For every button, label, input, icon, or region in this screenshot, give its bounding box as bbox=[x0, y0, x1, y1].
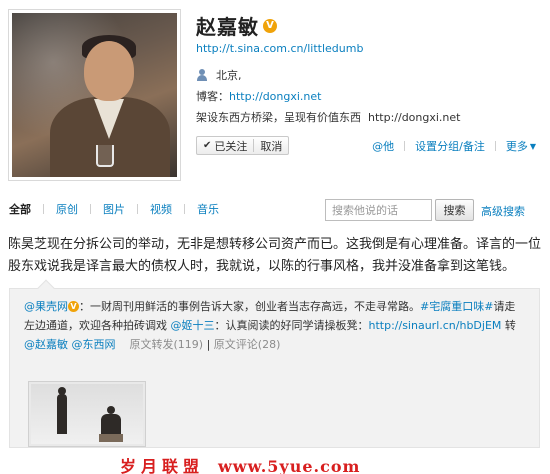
group-note-button[interactable]: 设置分组/备注 bbox=[415, 138, 485, 154]
tab-images[interactable]: 图片 bbox=[103, 201, 125, 217]
repost-part4: 转 bbox=[501, 319, 516, 332]
verified-icon: V bbox=[68, 301, 79, 312]
avatar-photo bbox=[12, 13, 177, 177]
mention-link[interactable]: @东西网 bbox=[72, 338, 116, 351]
tab-divider bbox=[137, 204, 138, 214]
tab-all[interactable]: 全部 bbox=[9, 201, 31, 217]
topic-link[interactable]: #宅腐重口味# bbox=[420, 300, 493, 313]
tab-music[interactable]: 音乐 bbox=[197, 201, 219, 217]
profile-name-row: 赵嘉敏 V bbox=[196, 11, 277, 40]
post-text: 陈昊芝现在分拆公司的举动，无非是想转移公司资产而已。这我倒是有心理准备。译言的一… bbox=[8, 237, 542, 274]
mention-button[interactable]: @他 bbox=[372, 138, 394, 154]
blog-row: 博客：http://dongxi.net bbox=[196, 88, 321, 104]
mention-link[interactable]: @姬十三 bbox=[171, 319, 215, 332]
repost-part3: ：认真阅读的好同学请操板凳： bbox=[214, 319, 369, 332]
tab-divider bbox=[43, 204, 44, 214]
unfollow-label: 取消 bbox=[260, 139, 283, 153]
mention-link[interactable]: @赵嘉敏 bbox=[24, 338, 68, 351]
more-dropdown[interactable]: 更多 ▼ bbox=[506, 138, 536, 154]
tab-videos[interactable]: 视频 bbox=[150, 201, 172, 217]
chevron-down-icon: ▼ bbox=[529, 141, 536, 151]
follow-status: ✔ 已关注 取消 bbox=[196, 136, 290, 155]
user-icon bbox=[196, 69, 208, 81]
action-divider bbox=[494, 141, 496, 151]
location: 北京, bbox=[196, 67, 242, 83]
verified-icon: V bbox=[263, 18, 277, 33]
tab-divider bbox=[90, 204, 91, 214]
profile-name: 赵嘉敏 bbox=[196, 15, 259, 39]
unfollow-button[interactable]: 取消 bbox=[254, 137, 288, 154]
location-text: 北京, bbox=[216, 69, 242, 82]
original-repost-link[interactable]: 原文转发(119) bbox=[130, 338, 204, 351]
bio-row: 架设东西方桥梁，呈现有价值东西 http://dongxi.net bbox=[196, 109, 460, 125]
repost-box: @果壳网 V ：一财周刊用鲜活的事例告诉大家，创业者当志存高远，不走寻常路。#宅腐重… bbox=[9, 279, 540, 448]
profile-avatar[interactable] bbox=[8, 9, 181, 181]
more-label: 更多 bbox=[505, 140, 528, 153]
search-input[interactable]: 搜索他说的话 bbox=[325, 199, 432, 221]
blog-link[interactable]: http://dongxi.net bbox=[229, 90, 321, 103]
feed-tabs: 全部 原创 图片 视频 音乐 bbox=[9, 201, 219, 217]
watermark-text: 岁月联盟 bbox=[120, 457, 205, 474]
bio-url[interactable]: http://dongxi.net bbox=[368, 111, 460, 124]
watermark-site: www.5yue.com bbox=[218, 457, 361, 474]
repost-part1: ：一财周刊用鲜活的事例告诉大家，创业者当志存高远，不走寻常路。 bbox=[79, 300, 420, 313]
original-comment-link[interactable]: 原文评论(28) bbox=[214, 338, 281, 351]
short-url-link[interactable]: http://sinaurl.cn/hbDjEM bbox=[369, 319, 502, 332]
repost-text: @果壳网 V ：一财周刊用鲜活的事例告诉大家，创业者当志存高远，不走寻常路。#宅腐重… bbox=[24, 300, 516, 351]
repost-thumbnail[interactable] bbox=[28, 381, 146, 447]
watermark: 岁月联盟 www.5yue.com bbox=[120, 453, 360, 474]
bio-text: 架设东西方桥梁，呈现有价值东西 bbox=[196, 111, 361, 124]
thumbnail-photo bbox=[31, 384, 143, 444]
followed-label: 已关注 bbox=[214, 139, 248, 153]
tab-original[interactable]: 原创 bbox=[56, 201, 78, 217]
blog-label: 博客： bbox=[196, 90, 229, 103]
advanced-search-link[interactable]: 高级搜索 bbox=[481, 203, 525, 219]
repost-author-link[interactable]: @果壳网 bbox=[24, 300, 68, 313]
profile-url-link[interactable]: http://t.sina.com.cn/littledumb bbox=[196, 42, 363, 55]
profile-actions: @他 设置分组/备注 更多 ▼ bbox=[372, 138, 536, 154]
tab-divider bbox=[184, 204, 185, 214]
search-button[interactable]: 搜索 bbox=[435, 199, 474, 221]
followed-button[interactable]: ✔ 已关注 bbox=[197, 137, 253, 154]
action-divider bbox=[404, 141, 406, 151]
repost-arrow bbox=[37, 279, 55, 297]
check-icon: ✔ bbox=[203, 140, 212, 151]
